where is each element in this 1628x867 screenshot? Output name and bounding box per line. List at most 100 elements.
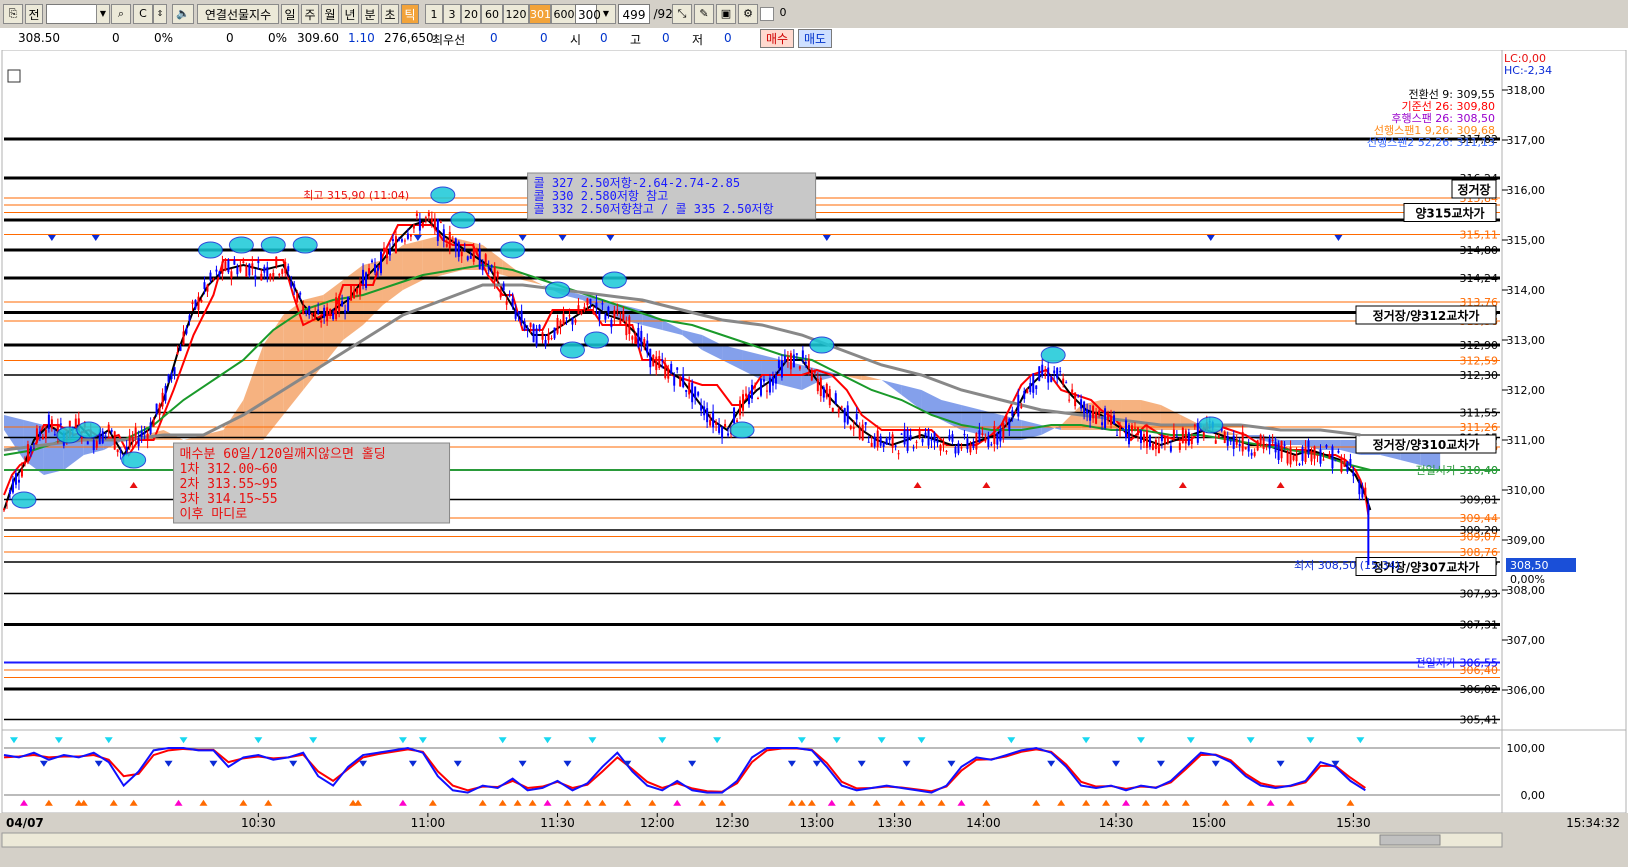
x-tick-label: 11:00 — [411, 816, 446, 830]
highlight-marker — [545, 281, 571, 299]
price-bar-body — [873, 436, 876, 447]
price-bar-body — [137, 438, 140, 447]
price-bar-body — [897, 453, 900, 455]
price-bar-body — [1157, 443, 1160, 454]
price-bar-body — [861, 424, 864, 441]
price-bar-body — [1250, 452, 1253, 456]
price-bar-body — [1160, 435, 1163, 442]
price-bar-body — [1319, 449, 1322, 464]
price-bar-body — [909, 435, 912, 439]
tick-button-301[interactable]: 301 — [529, 4, 551, 24]
checkbox[interactable] — [760, 7, 774, 21]
price-bar-body — [1065, 382, 1068, 384]
price-bar-body — [1116, 434, 1119, 436]
price-bar-body — [1059, 371, 1062, 373]
price-bar-body — [574, 319, 577, 323]
count-input[interactable]: 499 — [618, 4, 650, 24]
period-button-4[interactable]: 분 — [361, 4, 379, 24]
price-bar-body — [445, 244, 448, 247]
price-chart[interactable]: 317,02316,24315,84315,11314,80314,24313,… — [0, 50, 1628, 867]
price-bar-body — [1142, 434, 1145, 443]
buy-button[interactable]: 매수 — [760, 29, 794, 48]
compare-icon[interactable]: C — [133, 4, 153, 24]
price-bar-body — [170, 373, 173, 379]
sell-button[interactable]: 매도 — [798, 29, 832, 48]
x-tick-label: 14:30 — [1099, 816, 1134, 830]
price-bar-body — [350, 284, 353, 301]
tick-button-120[interactable]: 120 — [503, 4, 529, 24]
save-icon[interactable]: ▣ — [716, 4, 736, 24]
price-bar-body — [1089, 411, 1092, 421]
oscillator-panel — [1, 729, 1503, 814]
tick-button-600[interactable]: 600 — [551, 4, 577, 24]
price-bar-body — [167, 374, 170, 382]
price-bar-body — [1235, 439, 1238, 445]
tick-button-3[interactable]: 3 — [443, 4, 461, 24]
price-bar-body — [1125, 420, 1127, 438]
price-bar-body — [484, 254, 487, 266]
price-bar-body — [104, 432, 107, 434]
price-bar-body — [212, 278, 215, 280]
price-bar-body — [86, 441, 89, 445]
tick-button-20[interactable]: 20 — [461, 4, 481, 24]
price-bar-body — [1355, 471, 1358, 473]
period-button-3[interactable]: 년 — [341, 4, 359, 24]
price-bar-body — [622, 311, 625, 322]
price-bar-body — [29, 446, 32, 452]
period-button-6[interactable]: 틱 — [401, 4, 419, 24]
price-bar-body — [607, 306, 610, 313]
price-bar-body — [900, 433, 903, 435]
price-bar-body — [1352, 472, 1355, 477]
code-dropdown-icon[interactable]: ▼ — [96, 4, 110, 24]
period-button-0[interactable]: 일 — [281, 4, 299, 24]
tick-select[interactable]: 300 — [575, 4, 601, 24]
price-bar-body — [38, 431, 41, 437]
price-bar-body — [1364, 487, 1367, 497]
speaker-icon[interactable]: 🔈 — [172, 4, 194, 24]
search-icon[interactable]: ⌕ — [111, 4, 131, 24]
price-bar-body — [616, 309, 619, 311]
price-bar-body — [230, 271, 233, 279]
price-bar-body — [1334, 460, 1337, 462]
period-button-1[interactable]: 주 — [301, 4, 319, 24]
y-tick-label: 315,00 — [1507, 234, 1546, 247]
price-bar-body — [1002, 422, 1005, 438]
tick-button-60[interactable]: 60 — [481, 4, 503, 24]
price-bar-body — [559, 321, 562, 327]
price-bar-body — [703, 406, 706, 416]
price-bar-body — [299, 292, 302, 295]
tick-button-1[interactable]: 1 — [425, 4, 443, 24]
period-button-5[interactable]: 초 — [381, 4, 399, 24]
price-bar-body — [320, 320, 323, 323]
price-bar-body — [589, 298, 592, 305]
price-bar-body — [565, 317, 568, 319]
price-bar-body — [263, 266, 266, 273]
price-bar-body — [921, 439, 924, 443]
price-bar-body — [332, 312, 335, 320]
price-bar-body — [694, 386, 697, 399]
period-button-2[interactable]: 월 — [321, 4, 339, 24]
price-bar-body — [35, 428, 38, 443]
price-bar-body — [1172, 429, 1175, 438]
price-bar-body — [640, 330, 643, 345]
price-bar-body — [1044, 373, 1047, 376]
price-bar-body — [1127, 424, 1130, 445]
price-bar-body — [314, 312, 317, 319]
price-bar-body — [655, 356, 658, 371]
price-bar-body — [17, 479, 20, 483]
crosshair-icon[interactable]: ⤡ — [672, 4, 692, 24]
osc-tick-label: 100,00 — [1507, 742, 1546, 755]
price-bar-body — [233, 260, 236, 265]
gear-icon[interactable]: ⚙ — [738, 4, 758, 24]
price-bar-body — [780, 360, 783, 378]
spin-icon[interactable]: ⇕ — [153, 4, 167, 24]
price-bar-body — [739, 400, 742, 416]
price-bar-body — [1074, 392, 1077, 407]
price-bar-body — [733, 407, 736, 424]
chart-menu-icon[interactable]: ⎘ — [3, 4, 23, 24]
price-bar-body — [816, 378, 819, 392]
legend-entry: 선행스팬2 52,26: 311,13 — [1367, 136, 1495, 149]
best-bid: 0 — [490, 31, 498, 45]
draw-icon[interactable]: ✎ — [694, 4, 714, 24]
price-bar-body — [583, 306, 586, 311]
